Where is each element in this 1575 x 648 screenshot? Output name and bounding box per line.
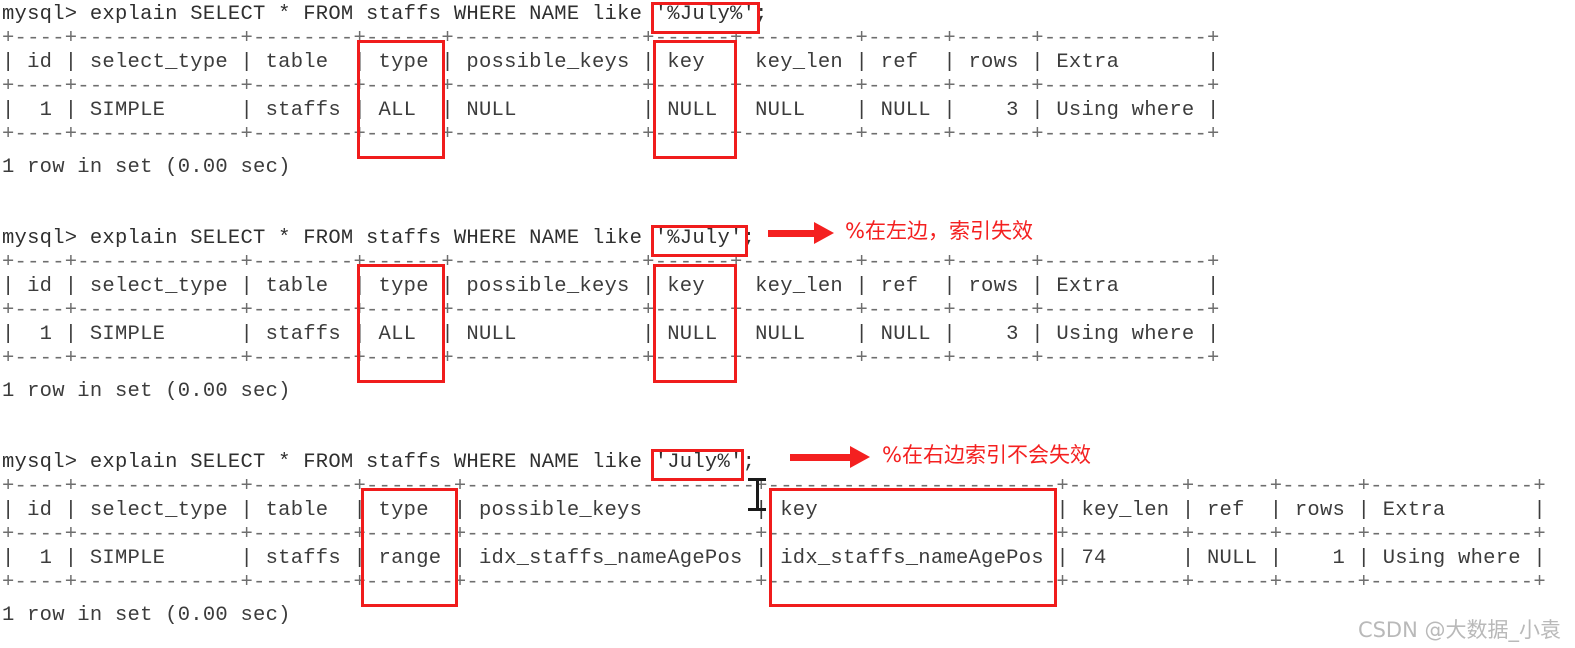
terminal-output: mysql> explain SELECT * FROM staffs WHER… <box>0 0 1575 648</box>
arrow-icon-3 <box>790 446 870 468</box>
result-footer-1: 1 row in set (0.00 sec) <box>2 156 291 179</box>
table-1-data-row: | 1 | SIMPLE | staffs | ALL | NULL | NUL… <box>2 99 1220 122</box>
arrow-icon-2 <box>768 222 834 244</box>
table-2-sep-bot: +----+-------------+--------+------+----… <box>2 347 1220 370</box>
annotation-text-3: %在右边索引不会失效 <box>882 443 1091 467</box>
table-2-data-row: | 1 | SIMPLE | staffs | ALL | NULL | NUL… <box>2 323 1220 346</box>
watermark: CSDN @大数据_小袁 <box>1357 618 1561 642</box>
table-3-data-row: | 1 | SIMPLE | staffs | range | idx_staf… <box>2 547 1546 570</box>
text-cursor-icon <box>748 477 766 513</box>
table-3-sep-bot: +----+-------------+--------+-------+---… <box>2 571 1546 594</box>
table-3-sep-mid: +----+-------------+--------+-------+---… <box>2 523 1546 546</box>
command-line-2: mysql> explain SELECT * FROM staffs WHER… <box>2 227 756 250</box>
table-3-header-row: | id | select_type | table | type | poss… <box>2 499 1546 522</box>
result-footer-2: 1 row in set (0.00 sec) <box>2 380 291 403</box>
table-1-sep-top: +----+-------------+--------+------+----… <box>2 27 1220 50</box>
result-footer-3: 1 row in set (0.00 sec) <box>2 604 291 627</box>
command-line-1: mysql> explain SELECT * FROM staffs WHER… <box>2 3 768 26</box>
table-2-sep-mid: +----+-------------+--------+------+----… <box>2 299 1220 322</box>
table-2-header-row: | id | select_type | table | type | poss… <box>2 275 1220 298</box>
table-1-sep-bot: +----+-------------+--------+------+----… <box>2 123 1220 146</box>
command-line-3: mysql> explain SELECT * FROM staffs WHER… <box>2 451 756 474</box>
annotation-text-2: %在左边，索引失效 <box>845 219 1033 243</box>
table-1-header-row: | id | select_type | table | type | poss… <box>2 51 1220 74</box>
table-1-sep-mid: +----+-------------+--------+------+----… <box>2 75 1220 98</box>
table-3-sep-top: +----+-------------+--------+-------+---… <box>2 475 1546 498</box>
table-2-sep-top: +----+-------------+--------+------+----… <box>2 251 1220 274</box>
